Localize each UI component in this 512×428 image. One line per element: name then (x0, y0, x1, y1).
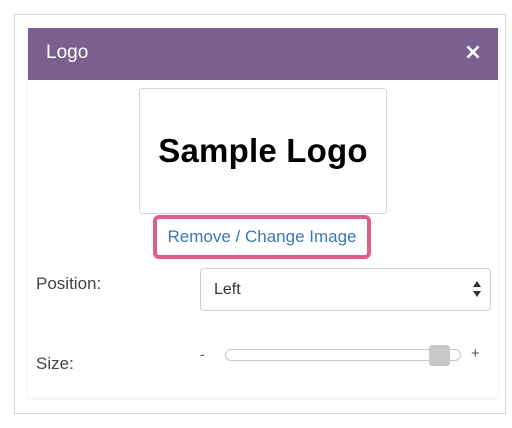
remove-change-image-link[interactable]: Remove / Change Image (168, 227, 357, 247)
logo-preview: Sample Logo (139, 88, 387, 214)
close-button[interactable]: × (462, 40, 484, 66)
position-select[interactable]: Left (200, 268, 491, 311)
up-down-arrows-icon (473, 281, 481, 297)
size-slider-track[interactable] (225, 349, 461, 361)
size-minus: - (200, 346, 205, 362)
dialog-header: Logo × (28, 28, 498, 80)
change-image-highlight: Remove / Change Image (153, 215, 371, 259)
size-slider-handle[interactable] (429, 345, 451, 366)
logo-dialog: Logo × Sample Logo Remove / Change Image… (28, 28, 498, 398)
dialog-title: Logo (46, 42, 89, 63)
size-label: Size: (36, 354, 74, 373)
sample-logo-text: Sample Logo (158, 132, 368, 169)
position-select-value: Left (214, 281, 241, 298)
size-plus: + (471, 345, 480, 362)
close-icon: × (463, 40, 483, 65)
position-label: Position: (36, 274, 102, 293)
